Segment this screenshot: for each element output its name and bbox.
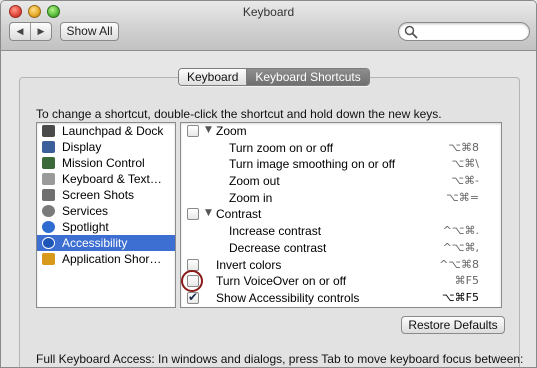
- tab-bar: Keyboard Keyboard Shortcuts: [178, 68, 370, 86]
- shortcut-label: Turn VoiceOver on or off: [216, 274, 347, 289]
- gear-icon: [42, 205, 55, 217]
- category-item-application-shortcuts[interactable]: Application Shor…: [37, 251, 175, 267]
- title-bar: Keyboard ◀ ▶ Show All: [1, 1, 536, 51]
- forward-arrow-icon[interactable]: ▶: [30, 23, 51, 40]
- shortcut-key[interactable]: ⌥⌘\: [452, 157, 479, 170]
- shortcut-row[interactable]: Turn zoom on or off ⌥⌘8: [181, 140, 501, 157]
- shortcut-checkbox[interactable]: [187, 208, 199, 221]
- category-label: Services: [62, 204, 109, 218]
- category-item-display[interactable]: Display: [37, 139, 175, 155]
- shortcut-key[interactable]: ^⌥⌘,: [443, 241, 479, 254]
- keyboard-icon: [42, 173, 55, 185]
- instructions-text: To change a shortcut, double-click the s…: [36, 107, 442, 121]
- spotlight-icon: [42, 221, 55, 233]
- shortcut-row[interactable]: Turn image smoothing on or off ⌥⌘\: [181, 156, 501, 173]
- category-item-services[interactable]: Services: [37, 203, 175, 219]
- category-item-keyboard-text[interactable]: Keyboard & Text…: [37, 171, 175, 187]
- shortcut-key[interactable]: ^⌥⌘8: [439, 258, 479, 271]
- shortcut-label: Zoom out: [229, 174, 280, 189]
- tab-keyboard-shortcuts[interactable]: Keyboard Shortcuts: [246, 69, 369, 85]
- shortcut-label: Invert colors: [216, 257, 282, 272]
- back-arrow-icon[interactable]: ◀: [10, 23, 30, 40]
- category-list[interactable]: Launchpad & Dock Display Mission Control…: [36, 122, 176, 308]
- category-label: Mission Control: [62, 156, 145, 170]
- category-label: Keyboard & Text…: [62, 172, 162, 186]
- shortcut-row[interactable]: Zoom in ⌥⌘=: [181, 190, 501, 207]
- category-label: Display: [62, 140, 102, 154]
- shortcut-row[interactable]: Zoom out ⌥⌘-: [181, 173, 501, 190]
- shortcut-group-zoom[interactable]: ▼ Zoom: [181, 123, 501, 140]
- disclosure-triangle-icon[interactable]: ▼: [205, 125, 212, 135]
- disclosure-triangle-icon[interactable]: ▼: [205, 208, 212, 218]
- category-label: Spotlight: [62, 220, 109, 234]
- app-shortcuts-icon: [42, 253, 55, 265]
- search-input[interactable]: [398, 22, 530, 41]
- shortcut-label: Zoom: [216, 124, 247, 138]
- shortcut-checkbox[interactable]: [187, 258, 199, 271]
- category-label: Launchpad & Dock: [62, 124, 164, 138]
- shortcut-label: Contrast: [216, 207, 262, 222]
- shortcut-checkbox[interactable]: [187, 290, 199, 304]
- shortcut-row[interactable]: Decrease contrast ^⌥⌘,: [181, 240, 501, 257]
- shortcut-key[interactable]: ^⌥⌘.: [443, 224, 479, 237]
- shortcut-row[interactable]: Increase contrast ^⌥⌘.: [181, 223, 501, 240]
- accessibility-icon: [42, 237, 55, 249]
- category-item-mission-control[interactable]: Mission Control: [37, 155, 175, 171]
- display-icon: [42, 141, 55, 153]
- screenshot-icon: [42, 189, 55, 201]
- shortcut-key[interactable]: ⌥⌘8: [448, 141, 479, 154]
- shortcut-key[interactable]: ⌥⌘-: [451, 174, 479, 187]
- category-label: Application Shor…: [62, 252, 162, 266]
- shortcut-label: Increase contrast: [229, 224, 322, 239]
- category-item-launchpad-dock[interactable]: Launchpad & Dock: [37, 123, 175, 139]
- restore-defaults-button[interactable]: Restore Defaults: [401, 316, 505, 334]
- category-item-screen-shots[interactable]: Screen Shots: [37, 187, 175, 203]
- category-label: Accessibility: [62, 236, 128, 250]
- mission-control-icon: [42, 157, 55, 169]
- category-item-spotlight[interactable]: Spotlight: [37, 219, 175, 235]
- shortcut-row-invert-colors[interactable]: Invert colors ^⌥⌘8: [181, 257, 501, 274]
- category-item-accessibility[interactable]: Accessibility: [37, 235, 175, 251]
- shortcut-key[interactable]: ⌘F5: [455, 274, 479, 287]
- search-icon: [404, 25, 418, 39]
- tab-keyboard[interactable]: Keyboard: [179, 69, 247, 85]
- shortcut-group-contrast[interactable]: ▼ Contrast: [181, 206, 501, 223]
- shortcut-key[interactable]: ⌥⌘F5: [442, 291, 479, 304]
- shortcut-label: Zoom in: [229, 190, 273, 205]
- launchpad-icon: [42, 125, 55, 137]
- voiceover-checkbox[interactable]: [187, 275, 199, 288]
- window-title: Keyboard: [242, 5, 295, 19]
- shortcut-row-show-accessibility-controls[interactable]: Show Accessibility controls ⌥⌘F5: [181, 290, 501, 307]
- back-forward-buttons: ◀ ▶: [9, 22, 52, 41]
- shortcut-list[interactable]: ▼ Zoom Turn zoom on or off ⌥⌘8 Turn imag…: [180, 122, 502, 308]
- show-all-button[interactable]: Show All: [60, 22, 119, 41]
- shortcut-checkbox[interactable]: [187, 125, 199, 137]
- category-label: Screen Shots: [62, 188, 135, 202]
- full-keyboard-access-text: Full Keyboard Access: In windows and dia…: [36, 352, 524, 366]
- shortcut-label: Turn zoom on or off: [229, 140, 334, 155]
- shortcut-key[interactable]: ⌥⌘=: [446, 191, 479, 204]
- shortcut-label: Turn image smoothing on or off: [229, 157, 396, 172]
- shortcut-label: Decrease contrast: [229, 240, 327, 255]
- preferences-window: Keyboard ◀ ▶ Show All Keyboard Keyboard …: [0, 0, 537, 368]
- shortcut-label: Show Accessibility controls: [216, 290, 360, 305]
- shortcut-row-voiceover[interactable]: Turn VoiceOver on or off ⌘F5: [181, 270, 501, 293]
